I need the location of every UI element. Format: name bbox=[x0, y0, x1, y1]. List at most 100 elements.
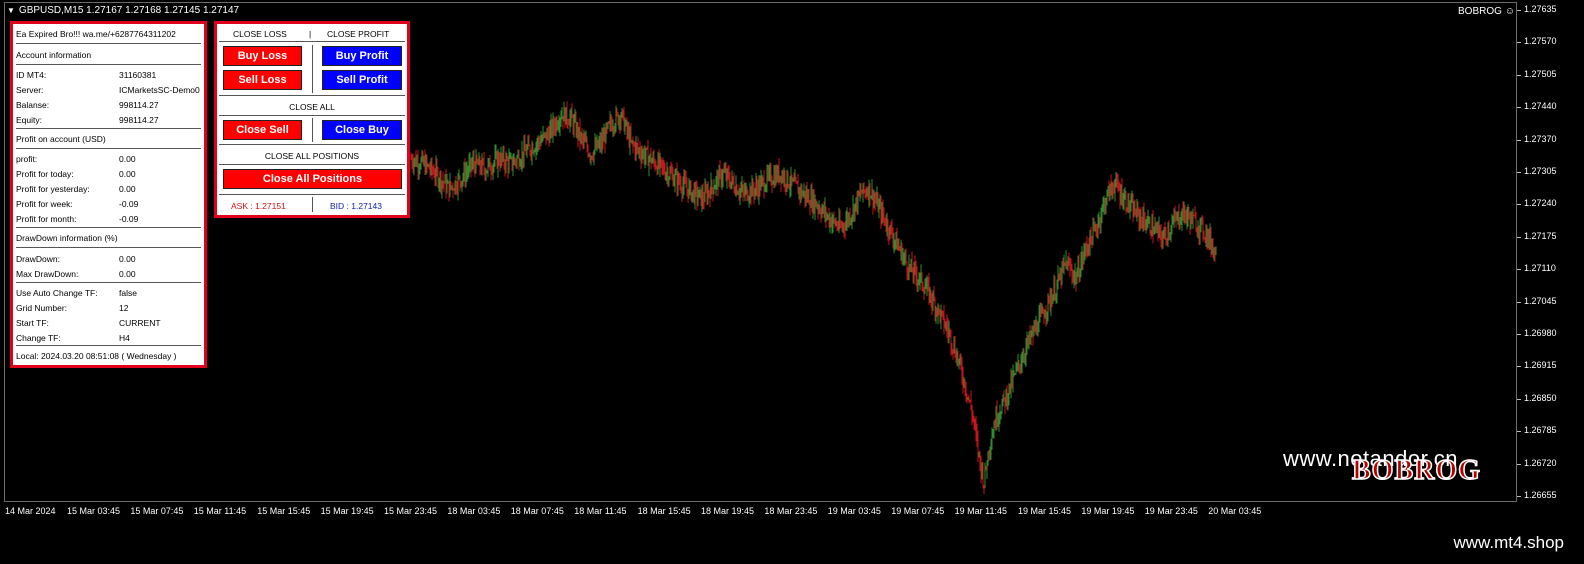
ask-price: ASK : 1.27151 bbox=[231, 201, 286, 211]
price-tick-label: 1.26980 bbox=[1517, 328, 1557, 338]
time-tick-label: 19 Mar 11:45 bbox=[954, 506, 1007, 516]
info-row-label: Balanse: bbox=[16, 100, 50, 110]
vertical-divider bbox=[312, 45, 313, 93]
info-row-label: Change TF: bbox=[16, 333, 61, 343]
header-divider: | bbox=[309, 29, 312, 39]
price-tick-label: 1.27305 bbox=[1517, 166, 1557, 176]
price-tick-label: 1.27045 bbox=[1517, 295, 1557, 306]
info-row-label: ID MT4: bbox=[16, 70, 47, 80]
divider bbox=[16, 345, 201, 346]
price-tick-label: 1.27505 bbox=[1517, 68, 1557, 79]
close-all-positions-button[interactable]: Close All Positions bbox=[223, 169, 402, 189]
time-tick-label: 18 Mar 15:45 bbox=[637, 506, 691, 516]
info-row-label: Profit for yesterday: bbox=[16, 184, 90, 194]
info-row-value: -0.09 bbox=[119, 214, 139, 224]
brand-text: BOBROG bbox=[1458, 6, 1502, 17]
time-tick-label: 15 Mar 03:45 bbox=[67, 506, 121, 516]
divider bbox=[16, 43, 201, 44]
price-tick-label: 1.26785 bbox=[1517, 425, 1557, 436]
price-tick-label: 1.27440 bbox=[1517, 101, 1557, 112]
bid-price: BID : 1.27143 bbox=[330, 201, 382, 211]
vertical-divider bbox=[312, 118, 313, 142]
time-tick-label: 19 Mar 07:45 bbox=[891, 506, 945, 516]
info-row-value: false bbox=[119, 288, 137, 298]
time-tick-label: 15 Mar 19:45 bbox=[320, 506, 374, 516]
footer-bar: www.mt4.shop bbox=[0, 525, 1584, 564]
chart-title: ▼ GBPUSD,M15 1.27167 1.27168 1.27145 1.27… bbox=[7, 5, 239, 16]
account-header: Account information bbox=[16, 50, 92, 60]
info-row-value: 0.00 bbox=[119, 154, 136, 164]
time-tick-label: 19 Mar 23:45 bbox=[1144, 506, 1198, 516]
info-row-label: Grid Number: bbox=[16, 303, 68, 313]
sell-profit-button[interactable]: Sell Profit bbox=[322, 70, 402, 90]
time-tick-label: 19 Mar 15:45 bbox=[1018, 506, 1072, 516]
close-all-positions-header: CLOSE ALL POSITIONS bbox=[264, 151, 360, 161]
profit-header: Profit on account (USD) bbox=[16, 134, 106, 144]
close-profit-header: CLOSE PROFIT bbox=[327, 29, 390, 39]
price-tick-label: 1.26655 bbox=[1517, 490, 1557, 500]
info-row-value: 0.00 bbox=[119, 254, 136, 264]
info-row-value: H4 bbox=[119, 333, 130, 343]
expired-note: Ea Expired Bro!!! wa.me/+6287764311202 bbox=[16, 29, 176, 39]
info-row-label: profit: bbox=[16, 154, 38, 164]
close-loss-header: CLOSE LOSS bbox=[233, 29, 287, 39]
info-row-label: Equity: bbox=[16, 115, 42, 125]
sell-loss-button[interactable]: Sell Loss bbox=[223, 70, 302, 90]
info-row-value: CURRENT bbox=[119, 318, 161, 328]
account-info-panel: Ea Expired Bro!!! wa.me/+6287764311202 A… bbox=[10, 21, 207, 368]
info-row-value: 998114.27 bbox=[119, 115, 159, 125]
divider bbox=[219, 194, 405, 195]
divider bbox=[219, 41, 405, 42]
time-tick-label: 19 Mar 19:45 bbox=[1081, 506, 1135, 516]
price-tick-label: 1.27570 bbox=[1517, 36, 1557, 47]
info-row-value: ICMarketsSC-Demo0 bbox=[119, 85, 200, 95]
info-row-value: -0.09 bbox=[119, 199, 139, 209]
info-row-value: 0.00 bbox=[119, 169, 136, 179]
divider bbox=[219, 164, 405, 165]
divider bbox=[16, 148, 201, 149]
info-row-value: 31160381 bbox=[119, 70, 157, 80]
time-tick-label: 20 Mar 03:45 bbox=[1208, 506, 1262, 516]
info-row-label: Start TF: bbox=[16, 318, 49, 328]
price-tick-label: 1.27635 bbox=[1517, 4, 1557, 14]
chart-menu-triangle-icon[interactable]: ▼ bbox=[7, 6, 15, 15]
divider bbox=[219, 95, 405, 96]
divider bbox=[16, 282, 201, 283]
close-all-header: CLOSE ALL bbox=[289, 102, 335, 112]
price-tick-label: 1.27175 bbox=[1517, 230, 1557, 241]
vertical-divider bbox=[312, 197, 313, 212]
time-tick-label: 18 Mar 07:45 bbox=[510, 506, 564, 516]
time-tick-label: 15 Mar 23:45 bbox=[384, 506, 438, 516]
ea-brand-label: BOBROG ☺ bbox=[1458, 6, 1515, 17]
local-time: Local: 2024.03.20 08:51:08 ( Wednesday ) bbox=[16, 351, 177, 361]
divider bbox=[16, 247, 201, 248]
close-buy-button[interactable]: Close Buy bbox=[322, 120, 402, 140]
divider bbox=[16, 64, 201, 65]
price-tick-label: 1.26915 bbox=[1517, 360, 1557, 371]
time-tick-label: 15 Mar 15:45 bbox=[257, 506, 311, 516]
info-row-label: Max DrawDown: bbox=[16, 269, 79, 279]
info-row-label: Server: bbox=[16, 85, 44, 95]
info-row-label: Profit for today: bbox=[16, 169, 74, 179]
info-row-value: 0.00 bbox=[119, 269, 136, 279]
price-tick-label: 1.27110 bbox=[1517, 263, 1556, 274]
close-sell-button[interactable]: Close Sell bbox=[223, 120, 302, 140]
buy-loss-button[interactable]: Buy Loss bbox=[223, 46, 302, 66]
price-tick-label: 1.27240 bbox=[1517, 198, 1557, 209]
time-tick-label: 15 Mar 11:45 bbox=[193, 506, 247, 516]
info-row-label: Profit for month: bbox=[16, 214, 77, 224]
divider bbox=[16, 128, 201, 129]
price-tick-label: 1.26850 bbox=[1517, 392, 1557, 403]
buy-profit-button[interactable]: Buy Profit bbox=[322, 46, 402, 66]
divider bbox=[16, 227, 201, 228]
time-tick-label: 19 Mar 03:45 bbox=[827, 506, 881, 516]
divider bbox=[219, 115, 405, 116]
trade-control-panel: CLOSE LOSS | CLOSE PROFIT Buy Loss Buy P… bbox=[214, 21, 410, 218]
price-tick-label: 1.26720 bbox=[1517, 457, 1557, 468]
divider bbox=[219, 144, 405, 145]
info-row-value: 998114.27 bbox=[119, 100, 159, 110]
smiley-icon: ☺ bbox=[1504, 6, 1515, 17]
time-tick-label: 18 Mar 11:45 bbox=[574, 506, 627, 516]
info-row-label: DrawDown: bbox=[16, 254, 60, 264]
symbol-line: GBPUSD,M15 1.27167 1.27168 1.27145 1.271… bbox=[18, 5, 240, 16]
